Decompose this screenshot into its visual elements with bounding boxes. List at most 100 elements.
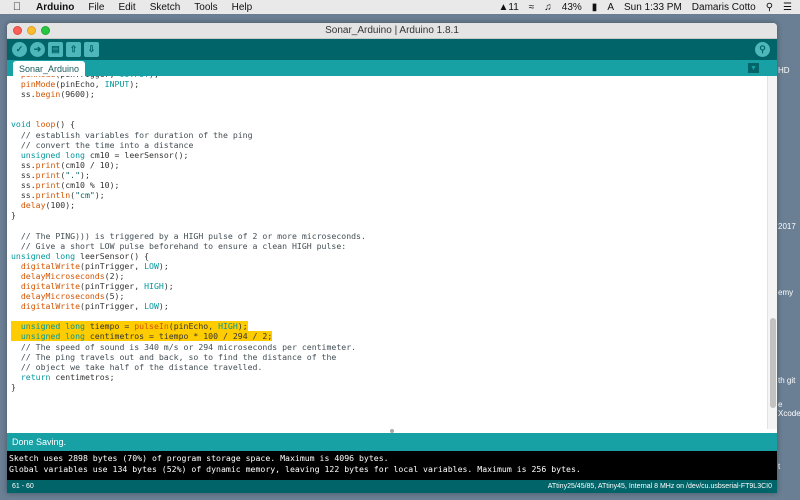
desktop-label: th git (778, 376, 796, 385)
board-info: ATtiny25/45/85, ATtiny45, Internal 8 MHz… (547, 483, 772, 490)
code-editor[interactable]: pinMode(pinTrigger, OUTPUT); pinMode(pin… (7, 76, 777, 429)
code-line-text: unsigned long centimetros = tiempo * 100… (11, 331, 273, 342)
search-icon[interactable]: ⚲ (766, 2, 773, 13)
code-line-text: delayMicroseconds(5); (20, 291, 125, 302)
code-line-text: unsigned long leerSensor() { (11, 250, 150, 261)
code-line[interactable]: unsigned long leerSensor() { (11, 251, 366, 261)
desktop-label: emy (778, 288, 794, 297)
code-text[interactable]: pinMode(pinTrigger, OUTPUT); pinMode(pin… (11, 76, 366, 392)
code-line[interactable]: digitalWrite(pinTrigger, LOW); (11, 261, 366, 271)
scrollbar-thumb[interactable] (770, 318, 776, 408)
desktop-label: e Xcode (778, 400, 800, 418)
tab-menu-button[interactable]: ▼ (748, 63, 759, 73)
menu-help[interactable]: Help (232, 2, 253, 13)
code-line[interactable]: ss.print(cm10 / 10); (11, 160, 366, 170)
code-line[interactable]: delayMicroseconds(5); (11, 291, 366, 301)
code-line-text: ss.print(cm10 % 10); (11, 180, 120, 191)
code-line[interactable]: digitalWrite(pinTrigger, HIGH); (11, 281, 366, 291)
code-line-text: pinMode(pinEcho, INPUT); (20, 79, 140, 90)
code-line[interactable] (11, 311, 366, 321)
code-line[interactable]: // The ping travels out and back, so to … (11, 352, 366, 362)
open-button[interactable]: ⇧ (66, 42, 81, 57)
menu-sketch[interactable]: Sketch (150, 2, 181, 13)
code-line[interactable]: return centimetros; (11, 372, 366, 382)
upload-button[interactable]: ➜ (30, 42, 45, 57)
code-line-text: // establish variables for duration of t… (20, 129, 253, 140)
code-line[interactable]: // Give a short LOW pulse beforehand to … (11, 241, 366, 251)
code-line-text: } (11, 381, 16, 392)
wifi-icon[interactable]: ≈ (529, 2, 535, 13)
verify-button[interactable]: ✓ (12, 42, 27, 57)
code-line-text: digitalWrite(pinTrigger, HIGH); (20, 280, 174, 291)
code-line[interactable]: void loop() { (11, 119, 366, 129)
code-line[interactable]: digitalWrite(pinTrigger, LOW); (11, 301, 366, 311)
code-line-text: return centimetros; (20, 371, 115, 382)
adobe-icon[interactable]: ▲11 (498, 2, 518, 13)
code-line-text: delayMicroseconds(2); (20, 270, 125, 281)
code-line-text: ss.print(cm10 / 10); (11, 159, 120, 170)
code-line-text: // object we take half of the distance t… (20, 361, 263, 372)
tab-sonar-arduino[interactable]: Sonar_Arduino (13, 61, 85, 76)
code-line-text: delay(100); (20, 200, 76, 211)
code-line-text: ss.println("cm"); (11, 190, 105, 201)
code-line[interactable]: unsigned long cm10 = leerSensor(); (11, 150, 366, 160)
code-line[interactable] (11, 99, 366, 109)
code-line[interactable]: ss.println("cm"); (11, 190, 366, 200)
user-name[interactable]: Damaris Cotto (692, 2, 756, 13)
code-line[interactable] (11, 109, 366, 119)
menu-edit[interactable]: Edit (118, 2, 135, 13)
menu-bar:  Arduino File Edit Sketch Tools Help ▲1… (0, 0, 800, 14)
input-source[interactable]: A (607, 2, 614, 13)
verify-icon: ✓ (15, 44, 24, 54)
menu-list-icon[interactable]: ☰ (783, 2, 792, 13)
code-line-text: digitalWrite(pinTrigger, LOW); (20, 301, 169, 312)
line-number: 61 - 60 (12, 483, 34, 490)
save-button[interactable]: ⇩ (84, 42, 99, 57)
code-line[interactable]: } (11, 382, 366, 392)
menu-app-arduino[interactable]: Arduino (36, 2, 74, 13)
code-line[interactable]: // convert the time into a distance (11, 140, 366, 150)
adobe-count: 11 (508, 1, 519, 13)
code-line[interactable]: delayMicroseconds(2); (11, 271, 366, 281)
menu-tools[interactable]: Tools (194, 2, 217, 13)
code-line[interactable]: ss.print(cm10 % 10); (11, 180, 366, 190)
code-line[interactable]: unsigned long tiempo = pulseIn(pinEcho, … (11, 321, 366, 332)
code-line[interactable]: ss.print("."); (11, 170, 366, 180)
serial-monitor-icon: ⚲ (759, 44, 766, 54)
code-line[interactable]: unsigned long centimetros = tiempo * 100… (11, 331, 366, 342)
code-line[interactable]: pinMode(pinEcho, INPUT); (11, 79, 366, 89)
code-line-text: // Give a short LOW pulse beforehand to … (20, 240, 347, 251)
open-icon: ⇧ (69, 44, 78, 54)
code-line[interactable] (11, 220, 366, 230)
code-line-text: digitalWrite(pinTrigger, LOW); (20, 260, 169, 271)
apple-icon[interactable]:  (10, 1, 24, 13)
desktop-label: HD (778, 66, 790, 75)
code-line[interactable]: // object we take half of the distance t… (11, 362, 366, 372)
volume-icon[interactable]: ♫ (544, 2, 552, 13)
code-line[interactable]: // establish variables for duration of t… (11, 130, 366, 140)
code-line[interactable]: } (11, 210, 366, 220)
code-line-text: // The PING))) is triggered by a HIGH pu… (20, 230, 366, 241)
menu-file[interactable]: File (88, 2, 104, 13)
window-title: Sonar_Arduino | Arduino 1.8.1 (325, 25, 459, 36)
battery-icon[interactable]: ▮ (592, 2, 598, 13)
code-line[interactable]: delay(100); (11, 200, 366, 210)
code-line-text: // The speed of sound is 340 m/s or 294 … (20, 341, 357, 352)
code-line-text: // The ping travels out and back, so to … (20, 351, 337, 362)
code-line[interactable]: // The speed of sound is 340 m/s or 294 … (11, 342, 366, 352)
code-line-text: } (11, 210, 16, 221)
battery-percent[interactable]: 43% (562, 2, 582, 13)
status-menus: ▲11 ≈ ♫ 43% ▮ A Sun 1:33 PM Damaris Cott… (498, 2, 792, 13)
arduino-window: Sonar_Arduino | Arduino 1.8.1 ✓ ➜ ▤ ⇧ ⇩ … (7, 23, 777, 493)
code-line-text: unsigned long cm10 = leerSensor(); (20, 149, 189, 160)
code-line-text: void loop() { (11, 119, 76, 130)
new-button[interactable]: ▤ (48, 42, 63, 57)
chevron-down-icon: ▼ (750, 64, 757, 72)
serial-monitor-button[interactable]: ⚲ (755, 42, 770, 57)
title-bar[interactable]: Sonar_Arduino | Arduino 1.8.1 (7, 23, 777, 39)
clock[interactable]: Sun 1:33 PM (624, 2, 682, 13)
code-line[interactable]: ss.begin(9600); (11, 89, 366, 99)
code-line[interactable]: // The PING))) is triggered by a HIGH pu… (11, 231, 366, 241)
console-line: Sketch uses 2898 bytes (70%) of program … (9, 453, 389, 463)
editor-scrollbar[interactable] (767, 76, 777, 429)
